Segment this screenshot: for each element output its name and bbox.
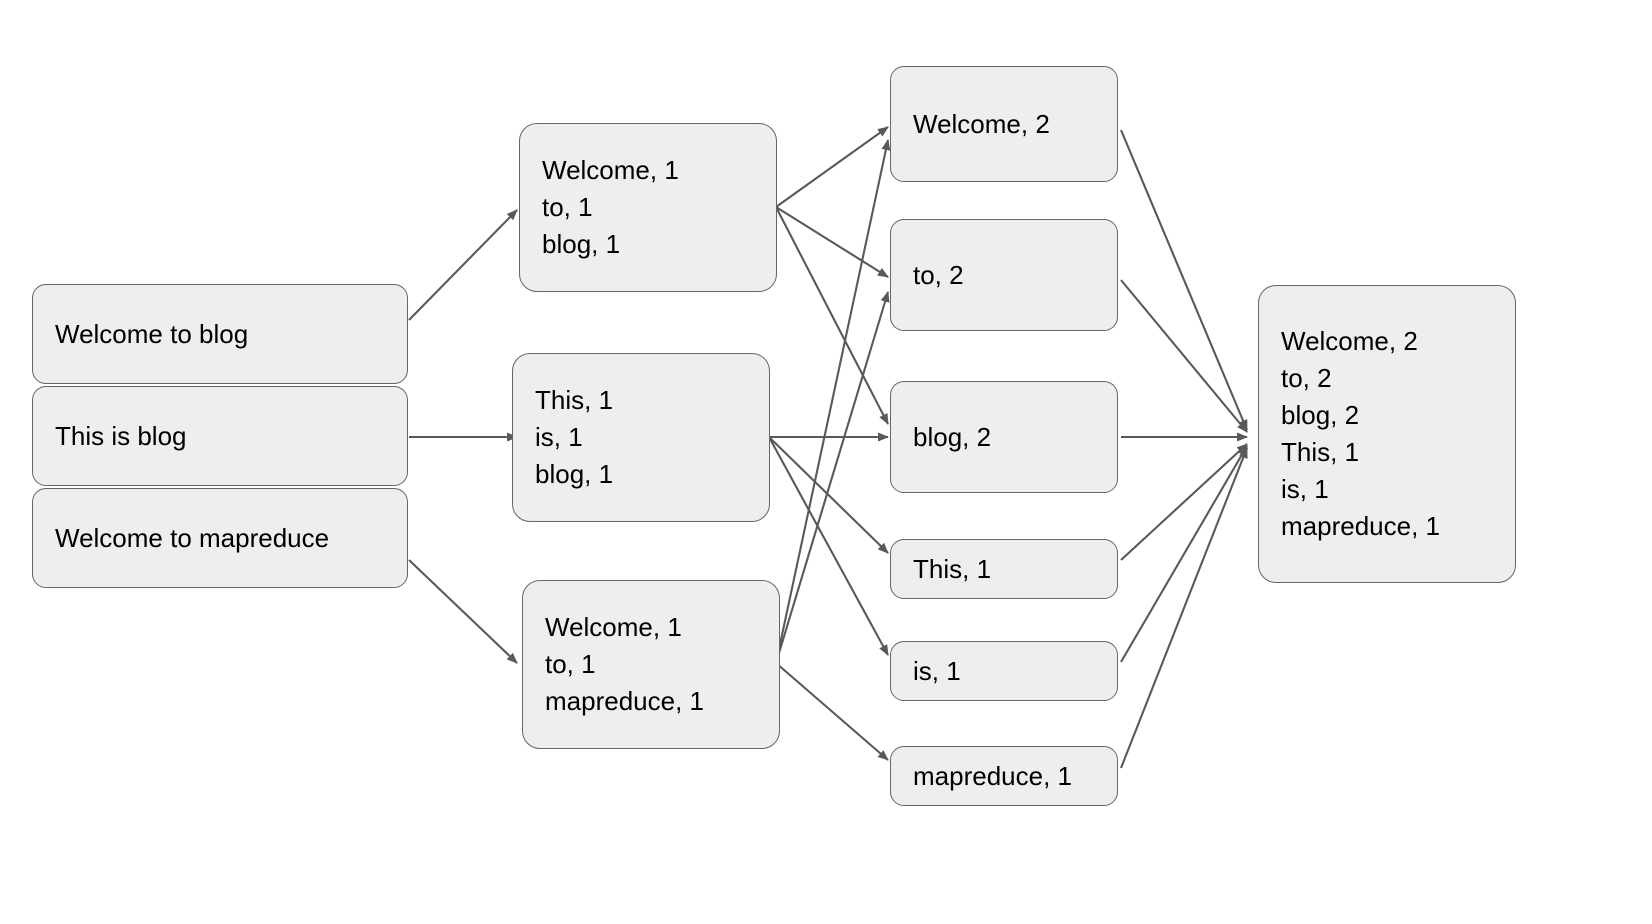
edge-red5-out1 [1120,445,1248,663]
map-node-3[interactable]: Welcome, 1 to, 1 mapreduce, 1 [522,580,780,749]
edge-red1-out1 [1120,129,1248,431]
reduce-node-6-label: mapreduce, 1 [913,760,1072,791]
map-node-1-label: Welcome, 1 to, 1 blog, 1 [542,155,679,259]
edge-red2-out1 [1120,279,1248,433]
result-node-1[interactable]: Welcome, 2 to, 2 blog, 2 This, 1 is, 1 m… [1258,285,1516,583]
edge-map2-red4 [768,436,889,554]
edge-red6-out1 [1120,447,1248,769]
map-node-1[interactable]: Welcome, 1 to, 1 blog, 1 [519,123,777,292]
input-node-2-label: This is blog [55,420,187,451]
reduce-node-1[interactable]: Welcome, 2 [890,66,1118,182]
map-node-3-label: Welcome, 1 to, 1 mapreduce, 1 [545,612,704,716]
edge-red4-out1 [1120,443,1248,561]
input-node-1[interactable]: Welcome to blog [32,284,408,384]
edge-map3-red6 [775,662,889,761]
edge-map1-red2 [775,206,889,278]
map-node-2-label: This, 1 is, 1 blog, 1 [535,385,614,489]
reduce-node-3-label: blog, 2 [913,421,992,452]
result-node-1-label: Welcome, 2 to, 2 blog, 2 This, 1 is, 1 m… [1281,326,1440,541]
reduce-node-4[interactable]: This, 1 [890,539,1118,599]
reduce-node-3[interactable]: blog, 2 [890,381,1118,493]
edge-map1-red3 [775,206,889,425]
input-node-3-label: Welcome to mapreduce [55,522,330,553]
reduce-node-4-label: This, 1 [913,553,992,584]
edge-in3-map3 [408,559,518,664]
reduce-node-5[interactable]: is, 1 [890,641,1118,701]
reduce-node-6[interactable]: mapreduce, 1 [890,746,1118,806]
reduce-node-2[interactable]: to, 2 [890,219,1118,331]
edge-map3-red1 [774,139,891,664]
edge-map3-red2 [774,291,890,664]
edge-map1-red1 [775,126,889,208]
input-node-1-label: Welcome to blog [55,318,249,349]
input-node-2[interactable]: This is blog [32,386,408,486]
map-node-2[interactable]: This, 1 is, 1 blog, 1 [512,353,770,522]
reduce-node-1-label: Welcome, 2 [913,108,1050,139]
reduce-node-2-label: to, 2 [913,259,964,290]
input-node-3[interactable]: Welcome to mapreduce [32,488,408,588]
mapreduce-wordcount-diagram: Welcome to blog This is blog Welcome to … [0,0,1652,924]
reduce-node-5-label: is, 1 [913,655,961,686]
edge-in1-map1 [408,209,518,321]
edge-map2-red5 [768,436,889,656]
